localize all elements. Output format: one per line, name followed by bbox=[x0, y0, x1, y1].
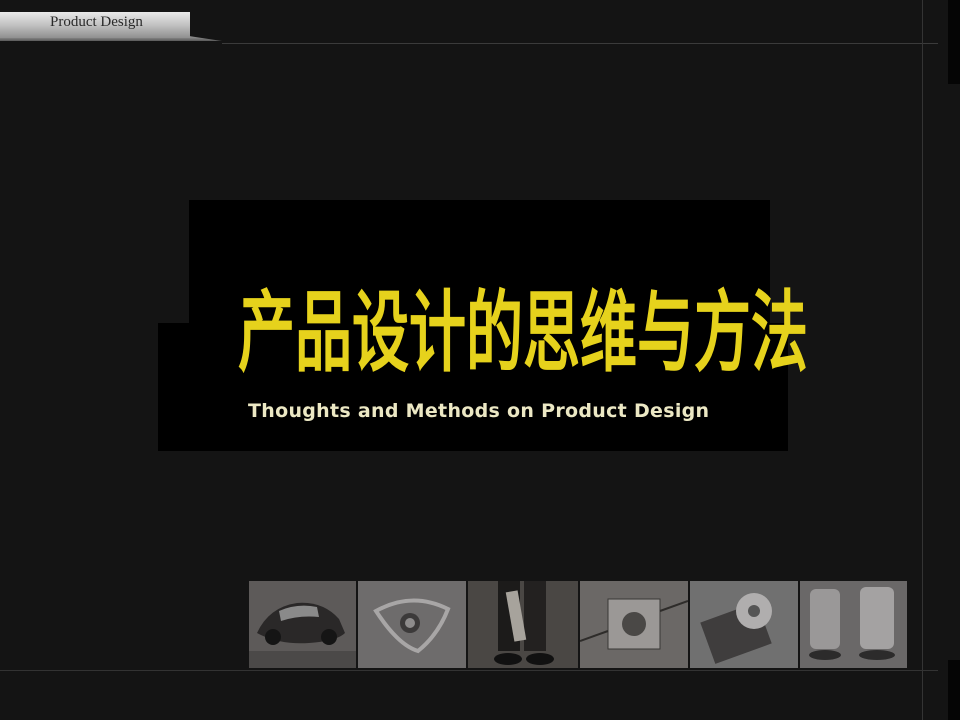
right-divider bbox=[922, 0, 923, 720]
thumbnail-abstract bbox=[358, 581, 466, 668]
abstract-object-photo bbox=[358, 581, 466, 668]
slide-title-english: Thoughts and Methods on Product Design bbox=[248, 400, 710, 422]
bottom-divider bbox=[0, 670, 938, 671]
thumbnail-person bbox=[468, 581, 578, 668]
slide-title-chinese: 产品设计的思维与方法 bbox=[238, 282, 808, 385]
car-photo bbox=[249, 581, 356, 668]
person-legs-photo bbox=[468, 581, 578, 668]
thumbnail-car bbox=[249, 581, 356, 668]
edge-bar-top bbox=[948, 0, 960, 84]
disc-device-photo bbox=[690, 581, 798, 668]
circuit-device-photo bbox=[580, 581, 688, 668]
thumbnail-appliance bbox=[800, 581, 907, 668]
edge-bar-bottom bbox=[948, 660, 960, 720]
header-title: Product Design bbox=[50, 14, 143, 30]
thumbnail-circuit bbox=[580, 581, 688, 668]
thumbnail-disc bbox=[690, 581, 798, 668]
appliance-photo bbox=[800, 581, 907, 668]
top-divider bbox=[222, 43, 938, 44]
